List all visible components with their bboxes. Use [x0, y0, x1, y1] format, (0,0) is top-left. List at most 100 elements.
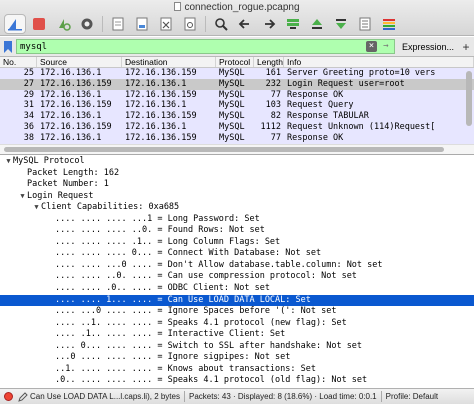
detail-tree-row[interactable]: .... ...0 .... .... = Ignore Spaces befo…: [0, 306, 474, 318]
go-to-packet-button[interactable]: [282, 14, 304, 34]
packet-list: No. Source Destination Protocol Length I…: [0, 57, 474, 155]
auto-scroll-button[interactable]: [354, 14, 376, 34]
go-first-icon: [312, 19, 322, 29]
packet-info: Response OK: [287, 132, 344, 143]
detail-tree-row[interactable]: Packet Number: 1: [0, 179, 474, 191]
packet-row[interactable]: 29 172.16.136.1 172.16.136.159 MySQL 77 Respo…: [0, 89, 474, 101]
detail-text: .... .... 1... .... = Can Use LOAD DATA …: [55, 294, 311, 305]
expression-button[interactable]: Expression...: [398, 42, 458, 52]
packet-no: 27: [23, 78, 34, 89]
packet-destination: 172.16.136.159: [125, 89, 197, 100]
expert-info-indicator-icon[interactable]: [4, 392, 13, 401]
detail-text: .... .... .... ...1 = Long Password: Set: [55, 213, 260, 224]
packet-destination: 172.16.136.159: [125, 132, 197, 143]
clear-filter-button[interactable]: ×: [365, 41, 377, 52]
hscroll-thumb[interactable]: [4, 147, 444, 152]
packet-list-vscrollbar[interactable]: [466, 71, 472, 126]
packet-row[interactable]: 25 172.16.136.1 172.16.136.159 MySQL 161 Serv…: [0, 68, 474, 79]
stop-capture-icon: [33, 18, 45, 30]
detail-text: ...0 .... .... .... = Ignore sigpipes: N…: [55, 352, 291, 363]
colorize-button[interactable]: [378, 14, 400, 34]
packet-info: Server Greeting proto=10 vers: [287, 68, 436, 78]
detail-tree-row[interactable]: .... .... ...0 .... = Don't Allow databa…: [0, 260, 474, 272]
column-header-length[interactable]: Length: [254, 57, 284, 67]
packet-info: Login Request user=root: [287, 78, 405, 89]
packet-source: 172.16.136.1: [40, 111, 102, 122]
packet-row[interactable]: 31 172.16.136.159 172.16.136.1 MySQL 103 Requ…: [0, 100, 474, 112]
edit-comment-icon[interactable]: [18, 391, 28, 402]
column-header-destination[interactable]: Destination: [122, 57, 216, 67]
status-profile[interactable]: Profile: Default: [386, 392, 438, 401]
find-packet-icon: [215, 18, 228, 31]
detail-tree-row[interactable]: .... .... .0.. .... = ODBC Client: Not s…: [0, 283, 474, 295]
detail-tree-row[interactable]: ▼ Client Capabilities: 0xa685: [0, 202, 474, 214]
bookmark-icon: [4, 40, 12, 53]
packet-source: 172.16.136.1: [40, 132, 102, 143]
detail-tree-row[interactable]: .0.. .... .... .... = Speaks 4.1 protoco…: [0, 375, 474, 387]
packet-source: 172.16.136.1: [40, 89, 102, 100]
packet-list-hscrollbar[interactable]: [0, 144, 474, 154]
toolbar-separator: [102, 16, 103, 32]
detail-tree-row[interactable]: .... .... .... .1.. = Long Column Flags:…: [0, 237, 474, 249]
go-forward-button[interactable]: [258, 14, 280, 34]
save-file-button[interactable]: [131, 14, 153, 34]
apply-filter-button[interactable]: →: [380, 41, 392, 52]
open-file-icon: [112, 17, 124, 31]
restart-capture-button[interactable]: [52, 14, 74, 34]
detail-tree-row[interactable]: ..1. .... .... .... = Knows about transa…: [0, 364, 474, 376]
detail-text: .... ..1. .... .... = Speaks 4.1 protoco…: [55, 317, 347, 328]
status-separator: [183, 391, 185, 402]
detail-tree-row[interactable]: ▼ MySQL Protocol: [0, 156, 474, 168]
display-filter-input[interactable]: mysql × →: [16, 39, 395, 54]
add-filter-button[interactable]: +: [461, 40, 471, 54]
detail-tree-row[interactable]: .... .... 1... .... = Can Use LOAD DATA …: [0, 294, 474, 307]
go-to-packet-icon: [287, 19, 299, 29]
close-file-button[interactable]: [155, 14, 177, 34]
stop-capture-button[interactable]: [28, 14, 50, 34]
detail-tree-row[interactable]: .... .... ..0. .... = Can use compressio…: [0, 271, 474, 283]
packet-row[interactable]: 34 172.16.136.1 172.16.136.159 MySQL 82 Respo…: [0, 111, 474, 122]
packet-details-tree: ▼ MySQL Protocol Packet Length: 162 Packet …: [0, 156, 474, 388]
expand-toggle-icon[interactable]: ▼: [18, 191, 27, 203]
expand-toggle-icon[interactable]: ▼: [4, 156, 13, 168]
packet-protocol: MySQL: [219, 111, 245, 122]
detail-tree-row[interactable]: .... .... .... ...1 = Long Password: Set: [0, 214, 474, 226]
column-header-protocol[interactable]: Protocol: [216, 57, 254, 67]
detail-text: ..1. .... .... .... = Knows about transa…: [55, 363, 316, 374]
find-packet-button[interactable]: [210, 14, 232, 34]
detail-text: .... .... .... ..0. = Found Rows: Not se…: [55, 225, 265, 236]
column-header-info[interactable]: Info: [284, 57, 474, 67]
reload-button[interactable]: [179, 14, 201, 34]
detail-text: Client Capabilities: 0xa685: [41, 202, 180, 213]
filter-bookmark-button[interactable]: [3, 40, 13, 54]
packet-row[interactable]: 27 172.16.136.159 172.16.136.1 MySQL 232 Logi…: [0, 78, 474, 90]
packet-destination: 172.16.136.1: [125, 78, 187, 89]
go-back-button[interactable]: [234, 14, 256, 34]
document-icon: [174, 2, 182, 11]
detail-tree-row[interactable]: Packet Length: 162: [0, 168, 474, 180]
detail-tree-row[interactable]: ▼ Login Request: [0, 191, 474, 203]
detail-tree-row[interactable]: .... .... .... ..0. = Found Rows: Not se…: [0, 225, 474, 237]
detail-tree-row[interactable]: .... 0... .... .... = Switch to SSL afte…: [0, 341, 474, 353]
start-capture-button[interactable]: [4, 14, 26, 34]
detail-tree-row[interactable]: .... .... .... 0... = Connect With Datab…: [0, 248, 474, 260]
go-last-icon: [336, 19, 346, 29]
toolbar-separator: [205, 16, 206, 32]
detail-tree-row[interactable]: .... ..1. .... .... = Speaks 4.1 protoco…: [0, 318, 474, 330]
packet-row[interactable]: 36 172.16.136.159 172.16.136.1 MySQL 1112 Req…: [0, 121, 474, 133]
reload-icon: [184, 17, 196, 31]
open-file-button[interactable]: [107, 14, 129, 34]
expand-toggle-icon[interactable]: ▼: [32, 202, 41, 214]
go-back-icon: [238, 19, 249, 29]
detail-tree-row[interactable]: ...0 .... .... .... = Ignore sigpipes: N…: [0, 352, 474, 364]
detail-tree-row[interactable]: .... .1.. .... .... = Interactive Client…: [0, 329, 474, 341]
capture-options-button[interactable]: [76, 14, 98, 34]
column-header-source[interactable]: Source: [37, 57, 122, 67]
display-filter-bar: mysql × → Expression... +: [0, 37, 474, 57]
packet-list-rows: 25 172.16.136.1 172.16.136.159 MySQL 161 Serv…: [0, 68, 474, 144]
packet-row[interactable]: 38 172.16.136.1 172.16.136.159 MySQL 77 Respo…: [0, 132, 474, 144]
packet-source: 172.16.136.159: [40, 78, 112, 89]
column-header-no[interactable]: No.: [0, 57, 37, 67]
go-first-button[interactable]: [306, 14, 328, 34]
go-last-button[interactable]: [330, 14, 352, 34]
